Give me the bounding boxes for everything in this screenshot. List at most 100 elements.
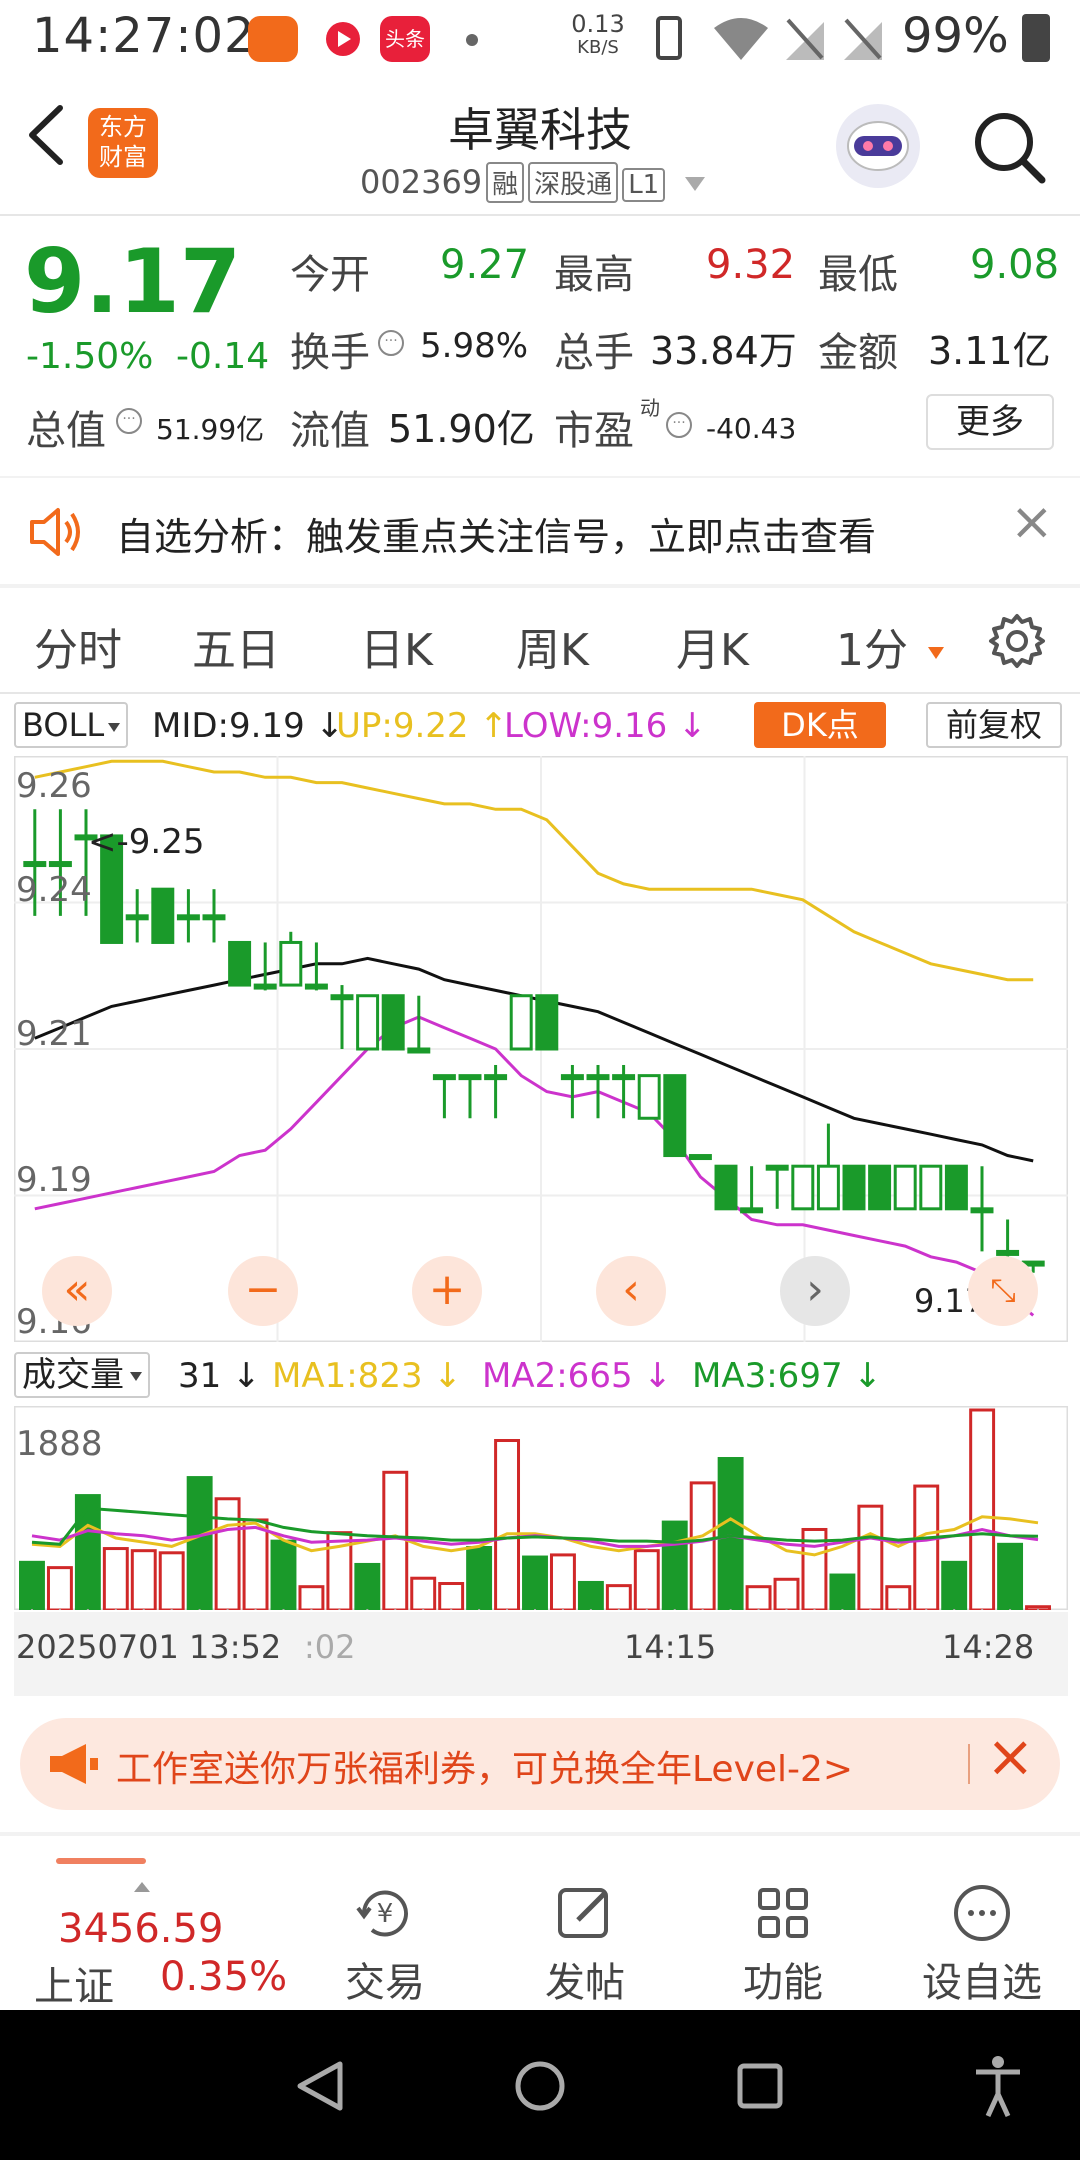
volume-bar <box>689 1481 716 1610</box>
indicator-select[interactable]: BOLL <box>14 702 129 748</box>
stock-code-row[interactable]: 002369 融深股通 L1 <box>360 162 706 203</box>
volume-bar <box>158 1551 185 1610</box>
app-notification-icon <box>248 16 298 62</box>
candle-body <box>304 983 328 990</box>
notice-bar[interactable]: 自选分析：触发重点关注信号，立即点击查看 × <box>0 478 1080 584</box>
pe-sup: 动 <box>640 396 660 420</box>
candle-body <box>228 940 252 987</box>
scroll-left-button[interactable]: ‹ <box>596 1256 666 1326</box>
more-dots-icon[interactable]: ··· <box>378 330 404 356</box>
time-mid: 14:15 <box>624 1628 717 1666</box>
candle-body <box>586 1074 610 1081</box>
low-label: 最低 <box>818 252 898 298</box>
index-pct: 0.35% <box>160 1954 288 2000</box>
margin-tag: 融 <box>486 162 525 203</box>
volume-bar <box>969 1408 996 1610</box>
nav-functions[interactable]: 功能 <box>728 1880 838 2006</box>
volume-bar <box>382 1470 409 1610</box>
tab-one-minute[interactable]: 1分 <box>836 614 944 678</box>
volume-bar <box>494 1439 521 1610</box>
notice-close-icon[interactable]: × <box>1010 492 1054 552</box>
volume-bar <box>46 1566 73 1610</box>
tab-weekly-k[interactable]: 周K <box>516 614 589 678</box>
pe-dots-icon[interactable]: ··· <box>666 412 692 438</box>
candle-body <box>919 1164 943 1211</box>
battery-percent: 99% <box>902 8 1009 64</box>
volume-chart[interactable] <box>14 1406 1068 1610</box>
change-percent: -1.50% <box>26 336 154 377</box>
mktcap-dots-icon[interactable]: ··· <box>116 408 142 434</box>
back-triangle-icon[interactable] <box>292 2058 348 2114</box>
candle-body <box>637 1074 661 1120</box>
volume-bar <box>661 1520 688 1610</box>
candle-body <box>740 1207 764 1214</box>
more-button[interactable]: 更多 <box>926 394 1054 450</box>
recents-square-icon[interactable] <box>732 2058 788 2114</box>
ma1-value: MA1:823 ↓ <box>272 1356 462 1396</box>
nav-trade[interactable]: ¥ 交易 <box>330 1880 440 2006</box>
last-price: 9.17 <box>24 230 242 333</box>
tab-intraday[interactable]: 分时 <box>34 614 122 678</box>
candle-body <box>893 1164 917 1211</box>
stock-header: 东方 财富 卓翼科技 002369 融深股通 L1 <box>0 78 1080 214</box>
chart-tabs: 分时 五日 日K 周K 月K 1分 <box>0 590 1080 690</box>
candle-body <box>791 1164 815 1211</box>
yen-refresh-icon: ¥ <box>356 1890 408 1937</box>
caret-down-icon <box>928 647 944 659</box>
volume-current-text: 31 <box>178 1356 222 1396</box>
float-label: 流值 <box>290 408 370 454</box>
promo-banner[interactable]: 工作室送你万张福利券，可兑换全年Level-2> × <box>20 1718 1060 1810</box>
megaphone-icon <box>50 1744 98 1784</box>
scroll-far-left-button[interactable]: « <box>42 1256 112 1326</box>
nav-add-watchlist[interactable]: 设自选 <box>912 1880 1052 2006</box>
pe-value: -40.43 <box>706 412 797 445</box>
expand-button[interactable]: ⤡ <box>968 1256 1038 1326</box>
mktcap-label: 总值 <box>26 408 106 454</box>
scroll-right-button[interactable]: › <box>780 1256 850 1326</box>
zoom-in-button[interactable]: + <box>412 1256 482 1326</box>
change-value: -0.14 <box>176 336 270 377</box>
volume-bar <box>102 1547 129 1610</box>
volume-bar <box>186 1476 213 1610</box>
candle-body <box>842 1164 866 1211</box>
tab-five-day[interactable]: 五日 <box>192 614 280 678</box>
candle-body <box>330 994 354 1001</box>
zoom-out-button[interactable]: − <box>228 1256 298 1326</box>
tabs-divider <box>0 692 1080 694</box>
robot-assistant-icon[interactable] <box>836 104 920 188</box>
home-circle-icon[interactable] <box>512 2058 568 2114</box>
gear-icon[interactable] <box>988 612 1046 670</box>
index-widget[interactable]: 3456.59 上证 0.35% <box>26 1882 296 2010</box>
svg-text:¥: ¥ <box>377 1899 394 1929</box>
adjust-button[interactable]: 前复权 <box>926 702 1062 748</box>
tab-daily-k[interactable]: 日K <box>360 614 433 678</box>
candle-body <box>714 1164 738 1211</box>
tab-monthly-k[interactable]: 月K <box>676 614 749 678</box>
candle-body <box>765 1164 789 1171</box>
volume-bar <box>354 1562 381 1610</box>
volume-select[interactable]: 成交量 <box>14 1352 150 1398</box>
open-value: 9.27 <box>440 242 530 288</box>
float-value: 51.90亿 <box>388 407 535 451</box>
turnover-label: 换手 <box>290 330 370 376</box>
nav-post[interactable]: 发帖 <box>530 1880 640 2006</box>
bottom-nav: 3456.59 上证 0.35% ¥ 交易 发帖 功能 设自选 <box>0 1870 1080 2010</box>
ma2-text: MA2:665 <box>482 1356 633 1396</box>
ma2-value: MA2:665 ↓ <box>482 1356 672 1396</box>
volume-bar <box>577 1580 604 1610</box>
accessibility-icon[interactable] <box>970 2054 1026 2118</box>
volume-bar <box>242 1518 269 1610</box>
dk-button[interactable]: DK点 <box>754 702 886 748</box>
candle-body <box>176 914 200 921</box>
volume-bar <box>633 1549 660 1610</box>
nav-add-watchlist-label: 设自选 <box>922 1960 1042 2006</box>
net-speed-unit: KB/S <box>577 37 619 58</box>
indicator-name: BOLL <box>22 706 105 744</box>
candle-body <box>612 1074 636 1081</box>
search-icon[interactable] <box>970 108 1050 188</box>
connect-tag: 深股通 <box>528 162 619 203</box>
banner-close-icon[interactable]: × <box>986 1722 1035 1790</box>
ma3-text: MA3:697 <box>692 1356 843 1396</box>
net-speed: 0.13 KB/S <box>566 12 630 60</box>
low-value-ind: LOW:9.16 ↓ <box>504 706 707 746</box>
